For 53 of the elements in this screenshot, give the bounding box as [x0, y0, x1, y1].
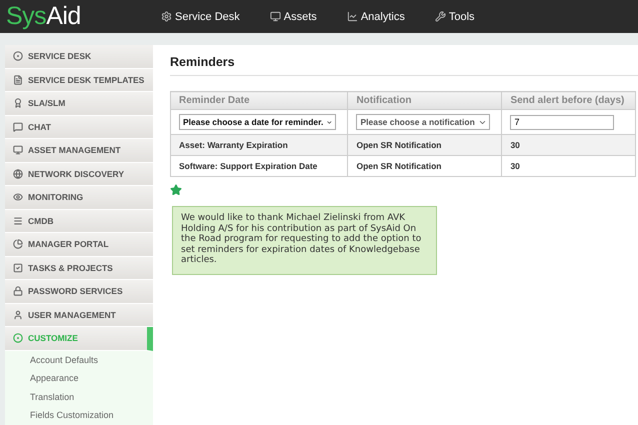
lock-icon	[13, 286, 23, 296]
star-icon	[170, 184, 182, 196]
table-cell: Software: Support Expiration Date	[170, 156, 348, 176]
badge-icon	[13, 98, 23, 108]
sidebar-item[interactable]: CHAT	[5, 116, 153, 139]
monitor-icon	[13, 145, 23, 156]
sidebar-item[interactable]: MANAGER PORTAL	[5, 233, 153, 256]
sidebar-item[interactable]: SERVICE DESK	[5, 45, 153, 68]
submenu-item[interactable]: Appearance	[5, 369, 153, 388]
chat-icon	[13, 122, 23, 132]
column-header: Reminder Date	[170, 92, 348, 110]
pie-chart-icon	[13, 239, 23, 250]
eye-icon	[13, 192, 23, 202]
wrench-icon	[434, 11, 446, 22]
sidebar-item[interactable]: SERVICE DESK TEMPLATES	[5, 68, 153, 92]
sidebar-item[interactable]: PASSWORD SERVICES	[5, 280, 153, 304]
table-cell: Open SR Notification	[348, 156, 502, 176]
nav-link[interactable]: Service Desk	[161, 10, 240, 22]
user-icon	[13, 310, 23, 320]
nav-link[interactable]: Assets	[270, 10, 317, 22]
submenu-item[interactable]: Fields Customization	[5, 406, 153, 424]
checkbox-icon	[13, 262, 23, 273]
monitor-icon	[270, 11, 281, 22]
sidebar-item[interactable]: SLA/SLM	[5, 92, 153, 116]
document-icon	[13, 74, 23, 85]
table-cell: Open SR Notification	[348, 134, 502, 156]
notification-dropdown[interactable]: Please choose a notification	[356, 114, 490, 130]
submenu-item[interactable]: Translation	[5, 388, 153, 406]
sidebar-item[interactable]: USER MANAGEMENT	[5, 304, 153, 327]
sidebar-item[interactable]: CMDB	[5, 210, 153, 233]
submenu-item[interactable]: Account Defaults	[5, 350, 153, 369]
sidebar-item[interactable]: TASKS & PROJECTS	[5, 256, 153, 280]
date-dropdown[interactable]: Please choose a date for reminder.	[179, 114, 336, 130]
page-title: Reminders	[170, 55, 638, 76]
sidebar-item[interactable]: ASSET MANAGEMENT	[5, 139, 153, 162]
days-field[interactable]: 7	[510, 114, 614, 130]
globe-icon	[13, 168, 23, 179]
thanks-note: We would like to thank Michael Zielinski from AVK Holding A/S for his contribution as part of SysAid On the Road program for requesting to add the option to set reminders for expiration dates of Knowledgebase articles.	[172, 206, 437, 274]
logo: SysAid	[6, 2, 82, 31]
column-header: Notification	[348, 92, 502, 110]
line-chart-icon	[346, 11, 358, 22]
ring-icon	[13, 333, 23, 344]
table-cell: Asset: Warranty Expiration	[170, 134, 348, 156]
sidebar-item[interactable]: MONITORING	[5, 186, 153, 210]
sidebar-item[interactable]: NETWORK DISCOVERY	[5, 162, 153, 186]
menu-icon	[13, 216, 23, 226]
column-header: Send alert before (days)	[502, 92, 636, 110]
nav-link[interactable]: Analytics	[346, 10, 405, 22]
table-cell: 30	[502, 134, 636, 156]
nav-link[interactable]: Tools	[434, 10, 475, 22]
gear-icon	[161, 11, 172, 22]
ring-icon	[13, 51, 23, 62]
table-cell: 30	[502, 156, 636, 176]
